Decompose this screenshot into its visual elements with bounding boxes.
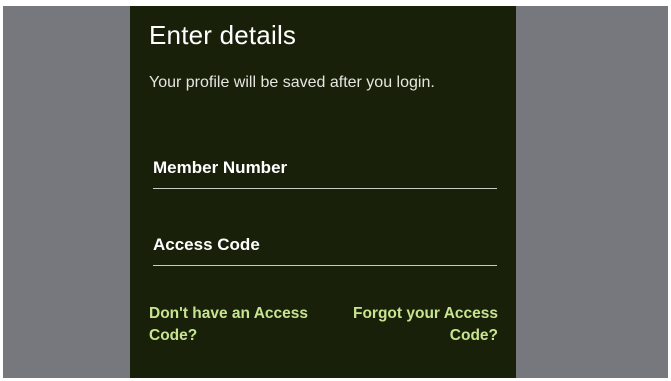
login-details-panel: Enter details Your profile will be saved… <box>130 6 516 378</box>
no-access-code-link[interactable]: Don't have an Access Code? <box>149 303 319 347</box>
access-code-field[interactable] <box>153 225 497 266</box>
forgot-access-code-link[interactable]: Forgot your Access Code? <box>337 303 498 347</box>
member-number-field[interactable] <box>153 148 497 189</box>
access-code-input[interactable] <box>153 225 497 265</box>
page-title: Enter details <box>149 20 297 50</box>
member-number-input[interactable] <box>153 148 497 188</box>
page-subtitle: Your profile will be saved after you log… <box>149 74 435 91</box>
